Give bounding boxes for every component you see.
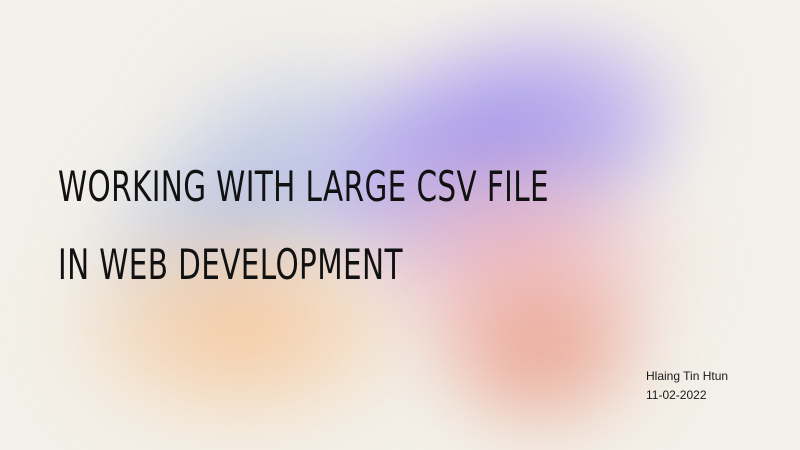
slide-title: WORKING WITH LARGE CSV FILE IN WEB DEVEL… [58,148,549,304]
author-name: Hlaing Tin Htun [646,369,729,383]
slide-canvas: WORKING WITH LARGE CSV FILE IN WEB DEVEL… [0,0,800,450]
author-info: Hlaing Tin Htun 11-02-2022 [646,367,728,405]
presentation-date: 11-02-2022 [646,388,707,402]
title-line-1: WORKING WITH LARGE CSV FILE [58,162,550,211]
title-line-2: IN WEB DEVELOPMENT [58,240,403,289]
